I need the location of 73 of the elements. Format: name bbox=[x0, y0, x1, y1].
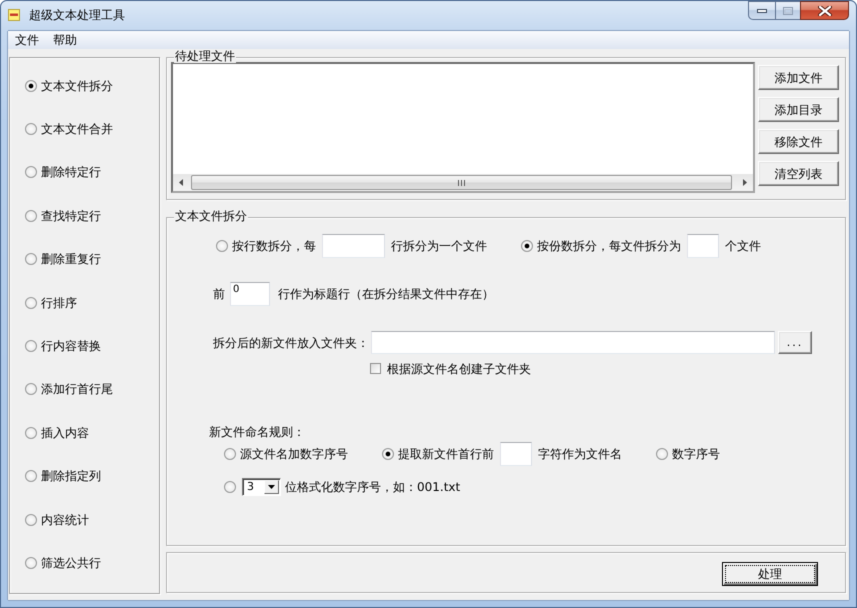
header-rows-field[interactable]: 0 bbox=[230, 282, 270, 306]
unit-label: 个文件 bbox=[725, 239, 761, 253]
radio-button[interactable] bbox=[216, 240, 228, 252]
caret-icon[interactable] bbox=[264, 480, 279, 494]
group-title: 待处理文件 bbox=[174, 49, 236, 63]
radio-button[interactable] bbox=[25, 166, 37, 178]
radio-button[interactable] bbox=[382, 448, 394, 460]
menu-item[interactable]: 帮助 bbox=[46, 31, 84, 49]
radio-button[interactable] bbox=[25, 514, 37, 526]
radio-button[interactable] bbox=[224, 448, 236, 460]
file-action-button[interactable]: 移除文件 bbox=[758, 129, 839, 154]
tool-option-label: 文本文件拆分 bbox=[41, 78, 113, 93]
radio-button[interactable] bbox=[25, 296, 37, 309]
group-title: 文本文件拆分 bbox=[174, 209, 248, 223]
radio-button[interactable] bbox=[25, 426, 37, 439]
tool-option-label: 文本文件合并 bbox=[41, 122, 113, 136]
close-icon bbox=[818, 6, 832, 16]
minimize-button[interactable] bbox=[748, 1, 775, 20]
file-action-button[interactable]: 清空列表 bbox=[758, 161, 839, 186]
option-label: 数字序号 bbox=[672, 446, 720, 460]
unit-label: 行拆分为一个文件 bbox=[391, 239, 487, 253]
number-field[interactable] bbox=[687, 234, 719, 258]
window-title: 超级文本处理工具 bbox=[29, 8, 125, 22]
radio-button[interactable] bbox=[25, 210, 37, 222]
option-label: 按份数拆分，每文件拆分为 bbox=[537, 239, 681, 253]
number-field[interactable] bbox=[322, 234, 385, 258]
option-label: 位格式化数字序号，如：001.txt bbox=[285, 480, 460, 494]
tool-option-label: 行排序 bbox=[41, 296, 77, 310]
digits-dropdown[interactable]: 3 bbox=[242, 478, 281, 496]
file-action-button[interactable]: 添加文件 bbox=[758, 65, 839, 90]
radio-button[interactable] bbox=[25, 470, 37, 482]
tool-option-label: 插入内容 bbox=[41, 426, 89, 440]
radio-button[interactable] bbox=[25, 340, 37, 352]
prefix-label: 前 bbox=[213, 287, 225, 301]
tool-option-label: 删除重复行 bbox=[41, 252, 101, 266]
close-button[interactable] bbox=[800, 1, 849, 20]
checkbox-label: 根据源文件名创建子文件夹 bbox=[387, 362, 531, 376]
grip-icon bbox=[458, 180, 465, 186]
option-label: 按行数拆分，每 bbox=[232, 239, 316, 253]
tool-option-label: 删除指定列 bbox=[41, 469, 101, 484]
maximize-button[interactable] bbox=[775, 1, 800, 20]
section-label: 新文件命名规则： bbox=[209, 425, 305, 439]
radio-button[interactable] bbox=[25, 556, 37, 569]
radio-button[interactable] bbox=[521, 240, 533, 252]
radio-button[interactable] bbox=[25, 253, 37, 266]
radio-button[interactable] bbox=[224, 481, 236, 493]
radio-button[interactable] bbox=[25, 80, 37, 92]
tool-option-label: 行内容替换 bbox=[41, 339, 101, 354]
maximize-icon bbox=[783, 6, 793, 14]
tool-option-label: 添加行首行尾 bbox=[41, 382, 113, 396]
app-icon bbox=[8, 9, 20, 21]
browse-button[interactable]: ... bbox=[778, 331, 812, 354]
folder-path-field[interactable] bbox=[371, 331, 775, 354]
radio-button[interactable] bbox=[25, 383, 37, 396]
radio-button[interactable] bbox=[25, 123, 37, 136]
tool-option-label: 查找特定行 bbox=[41, 208, 101, 223]
field-label: 拆分后的新文件放入文件夹： bbox=[213, 336, 369, 350]
option-label: 提取新文件首行前 bbox=[398, 446, 494, 460]
tool-option-label: 删除特定行 bbox=[41, 165, 101, 180]
radio-button[interactable] bbox=[656, 448, 668, 460]
checkbox[interactable] bbox=[370, 363, 381, 374]
horizontal-scrollbar[interactable] bbox=[173, 174, 753, 191]
file-action-button[interactable]: 添加目录 bbox=[758, 97, 839, 122]
tool-option-label: 筛选公共行 bbox=[41, 556, 101, 570]
process-button[interactable]: 处理 bbox=[722, 562, 818, 586]
minimize-icon bbox=[757, 8, 767, 12]
scrollbar-thumb[interactable] bbox=[191, 175, 732, 190]
tool-option-label: 内容统计 bbox=[41, 512, 89, 527]
option-label: 源文件名加数字序号 bbox=[240, 446, 348, 460]
menu-item[interactable]: 文件 bbox=[8, 31, 46, 49]
description-label: 行作为标题行（在拆分结果文件中存在） bbox=[278, 287, 494, 301]
char-count-field[interactable] bbox=[500, 442, 532, 466]
unit-label: 字符作为文件名 bbox=[538, 446, 622, 460]
